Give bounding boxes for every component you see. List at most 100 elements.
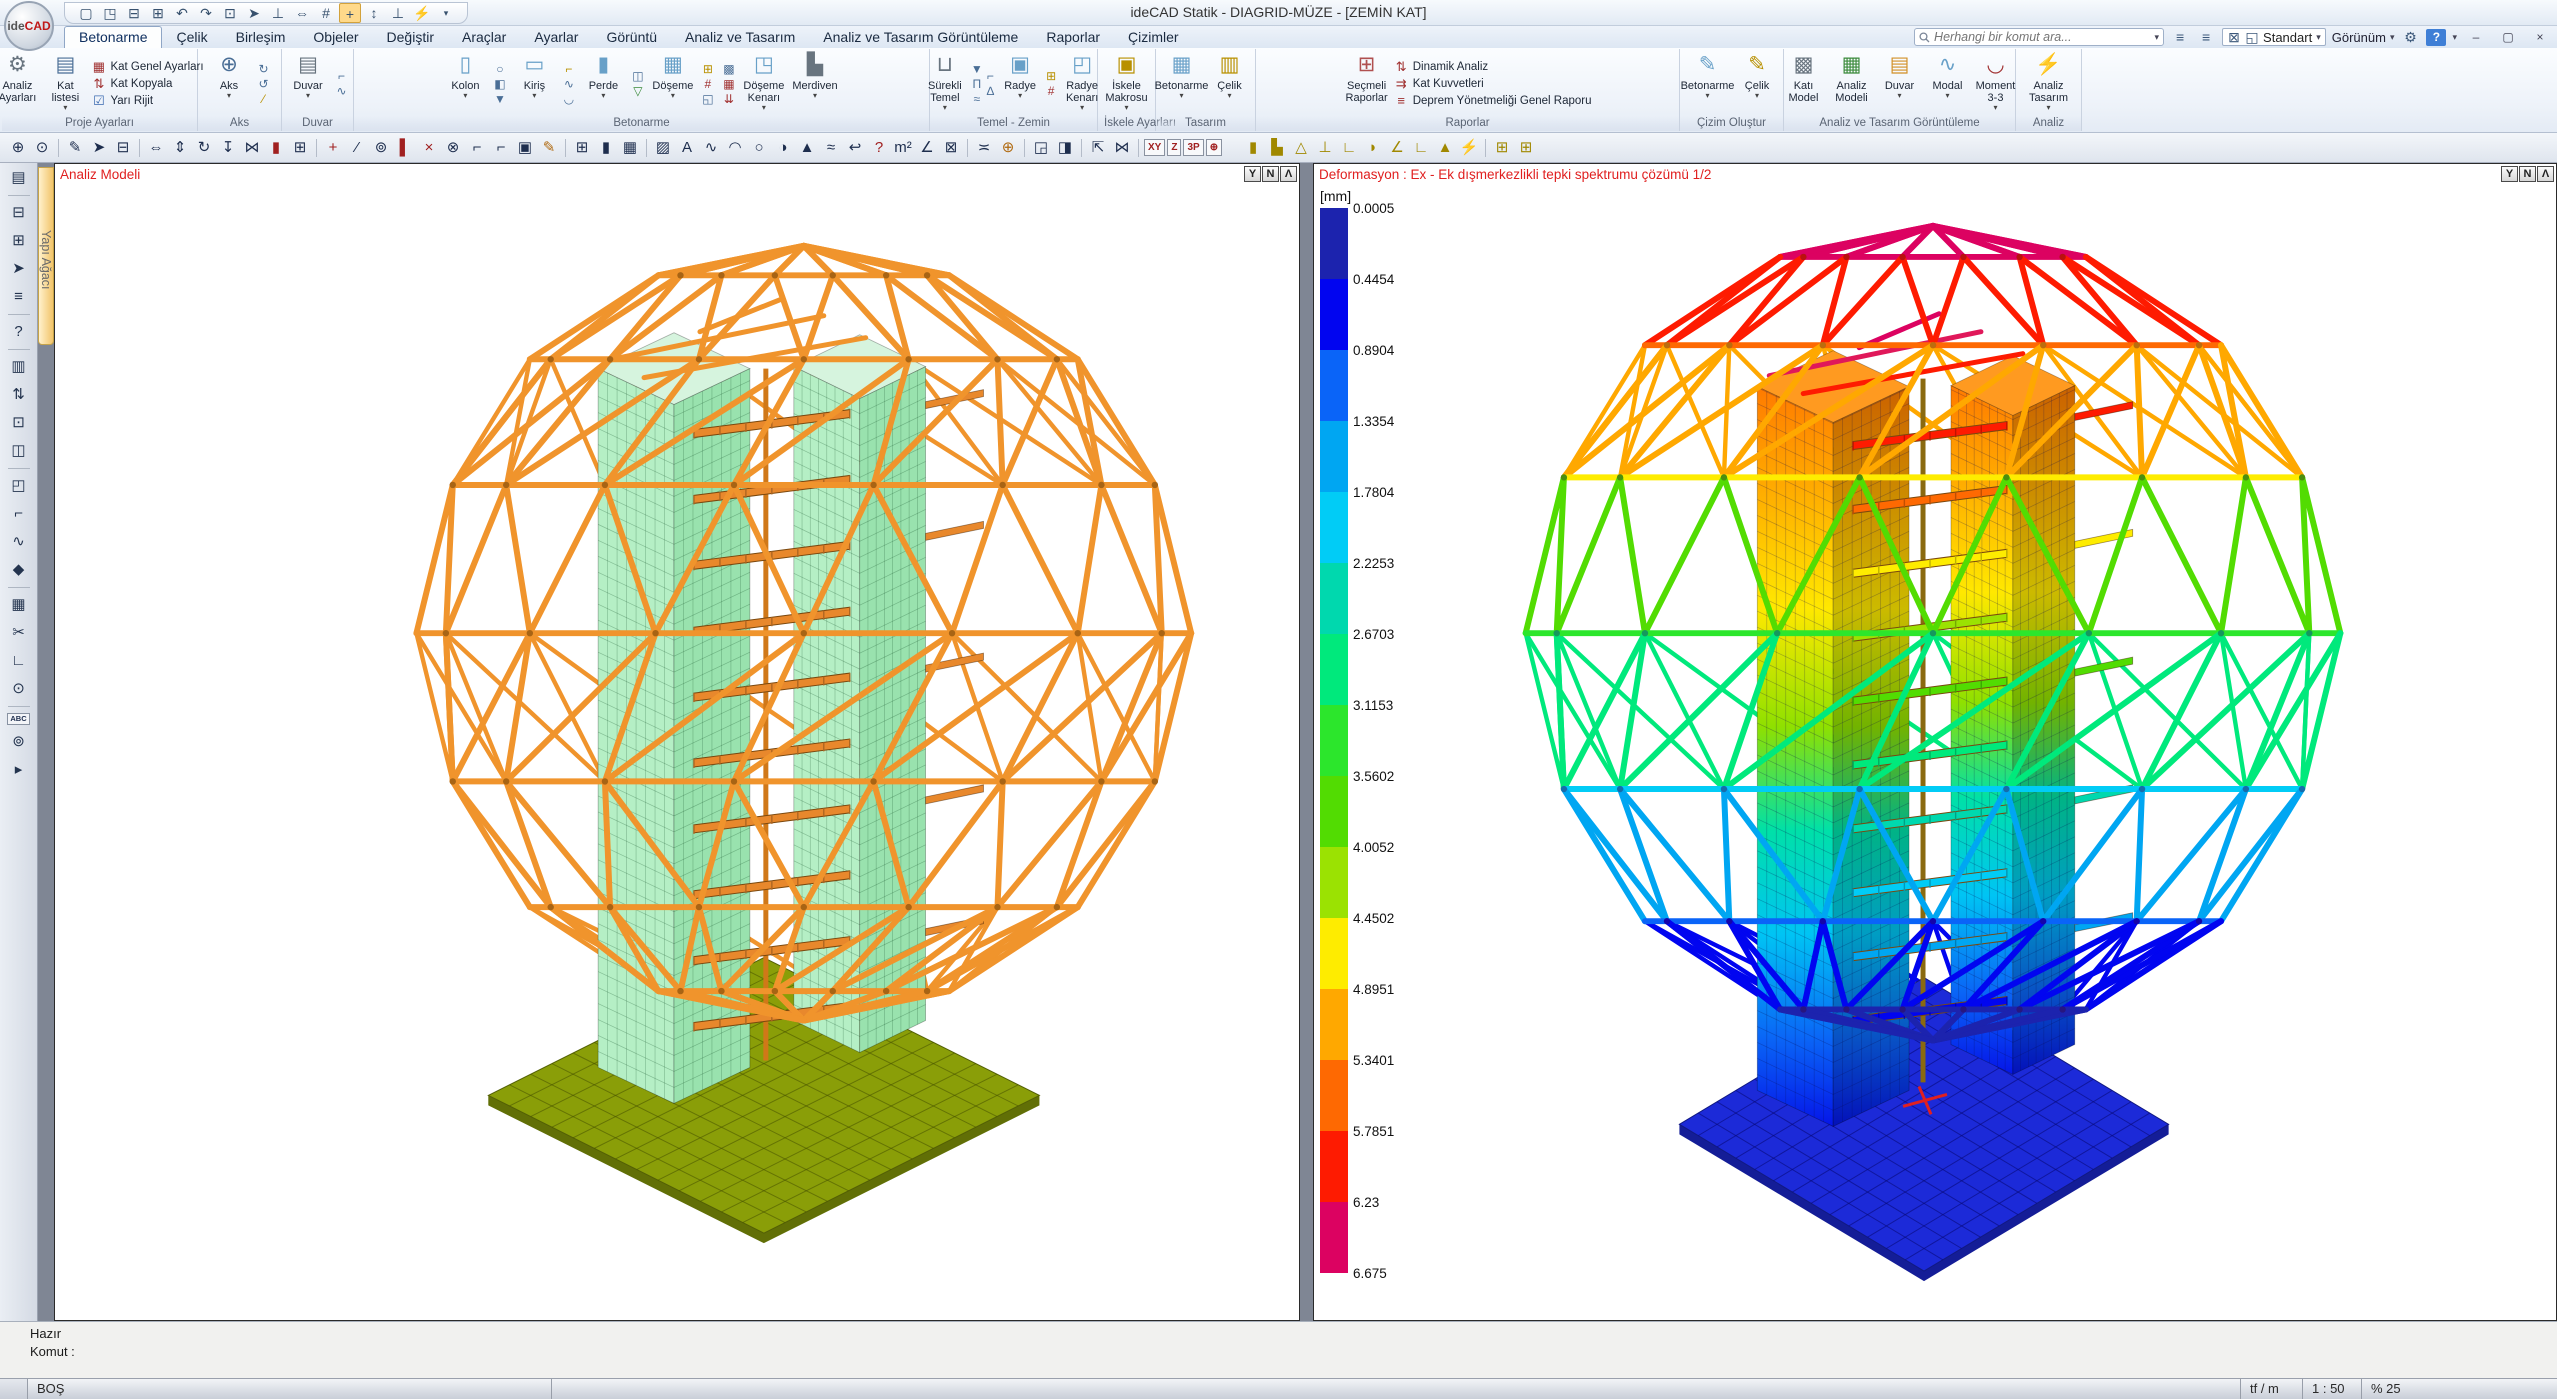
zoom-window-icon[interactable]: ⊙ (30, 136, 54, 160)
rotate-icon[interactable]: ↻ (192, 136, 216, 160)
break-icon[interactable]: ▌ (393, 136, 417, 160)
menu-tab-raporlar[interactable]: Raporlar (1032, 27, 1114, 48)
foundation-corner-icon[interactable]: ⌐ (987, 70, 994, 83)
view-menu[interactable]: Görünüm ▾ (2332, 30, 2395, 45)
peak-icon[interactable]: ▲ (1433, 136, 1457, 160)
viewport-analysis-model[interactable]: Analiz Modeli YNΛ (54, 163, 1300, 1321)
ribbon-button-analiz-ayarlar[interactable]: ⚙AnalizAyarları (0, 51, 39, 117)
add-group-icon[interactable]: ⊞ (6, 230, 32, 252)
stair-tool-icon[interactable]: ▙ (1265, 136, 1289, 160)
cone-icon[interactable]: △ (1289, 136, 1313, 160)
menu-tab-objeler[interactable]: Objeler (299, 27, 372, 48)
paste-icon[interactable]: ◫ (6, 440, 32, 462)
level-icon[interactable]: ≍ (972, 136, 996, 160)
polygon-column-icon[interactable]: ◧ (491, 78, 508, 91)
stretch-icon[interactable]: ▮ (264, 136, 288, 160)
viewport-deformation[interactable]: Deformasyon : Ex - Ek dışmerkezlikli tep… (1313, 163, 2557, 1321)
panel-wall-icon[interactable]: ◫ (629, 70, 646, 83)
ribbon-button-perde[interactable]: ▮Perde▾ (581, 51, 625, 117)
structure-tree-icon[interactable]: ▤ (6, 167, 32, 189)
help-button[interactable]: ? (2426, 29, 2446, 46)
edit-icon[interactable]: ✎ (537, 136, 561, 160)
half-disc-icon[interactable]: ◗ (1361, 136, 1385, 160)
column-capital-icon[interactable]: ▼ (491, 93, 508, 106)
ribbon-button-modal[interactable]: ∿Modal▾ (1926, 51, 1970, 117)
status-zoom[interactable]: % 25 (2362, 1379, 2557, 1399)
slab-strip-icon[interactable]: ◱ (699, 93, 716, 106)
sheet-icon[interactable]: ▥ (6, 356, 32, 378)
ribbon-item-kat-genel-ayarlar[interactable]: ▦Kat Genel Ayarları (91, 60, 203, 74)
probe-icon[interactable]: ⊙ (6, 678, 32, 700)
ribbon-button-s-rekli-temel[interactable]: ⊔SürekliTemel▾ (923, 51, 967, 117)
cut-icon[interactable]: ✂ (6, 622, 32, 644)
pin-icon[interactable]: ⊥ (1313, 136, 1337, 160)
ribbon-button-se-meli-raporlar[interactable]: ⊞SeçmeliRaporlar (1344, 51, 1390, 117)
rotate-cw-icon[interactable]: ↻ (255, 63, 272, 76)
status-units[interactable]: tf / m (2241, 1379, 2303, 1399)
trim-icon[interactable]: + (321, 136, 345, 160)
explode-icon[interactable]: ⊗ (441, 136, 465, 160)
array-icon[interactable]: ⊞ (288, 136, 312, 160)
ribbon-button-kat-listesi[interactable]: ▤Katlistesi▾ (43, 51, 87, 117)
image-icon[interactable]: ▨ (651, 136, 675, 160)
clipboard-icon[interactable]: ⊡ (6, 412, 32, 434)
slab-axes-icon[interactable]: # (699, 78, 716, 91)
column-tool-icon[interactable]: ▮ (594, 136, 618, 160)
chamfer-icon[interactable]: ⌐ (489, 136, 513, 160)
zoom-extents-icon[interactable]: ⊕ (6, 136, 30, 160)
pick-icon[interactable]: ➤ (87, 136, 111, 160)
auto-label-icon[interactable]: ABC (7, 713, 29, 725)
ribbon-button-duvar[interactable]: ▤Duvar▾ (286, 51, 330, 117)
waffle-slab-icon[interactable]: ▦ (720, 78, 737, 91)
units-icon[interactable]: ⊠ (939, 136, 963, 160)
viewport-button-y[interactable]: Y (2501, 166, 2518, 182)
text-icon[interactable]: A (675, 136, 699, 160)
ribbon-button-elik[interactable]: ▥Çelik▾ (1208, 51, 1252, 117)
pile-foundation-icon[interactable]: Π (971, 78, 983, 91)
idecad-logo-button[interactable]: ideCAD (4, 1, 54, 51)
layer-states-icon[interactable]: ≡ (2196, 29, 2216, 45)
angle-tool-icon[interactable]: ∟ (1409, 136, 1433, 160)
ribbon-button-d-eme[interactable]: ▦Döşeme▾ (650, 51, 695, 117)
extend-icon[interactable]: ⁄ (345, 136, 369, 160)
axes-icon[interactable]: ⋈ (1110, 136, 1134, 160)
spline-icon[interactable]: ∿ (699, 136, 723, 160)
grid-b-icon[interactable]: ⊞ (1514, 136, 1538, 160)
viewport-button-λ[interactable]: Λ (2537, 166, 2554, 182)
search-input[interactable] (1934, 30, 2150, 44)
menu-tab-g-r-nt[interactable]: Görüntü (592, 27, 671, 48)
corner-tool-icon[interactable]: ∟ (1337, 136, 1361, 160)
status-scale[interactable]: 1 : 50 (2303, 1379, 2362, 1399)
viewport-button-λ[interactable]: Λ (1280, 166, 1297, 182)
coord-button-xy[interactable]: XY (1144, 139, 1165, 156)
restore-button[interactable]: ▢ (2495, 29, 2521, 46)
move-copy-icon[interactable]: ⇕ (168, 136, 192, 160)
raft-opening-icon[interactable]: ⊞ (1046, 70, 1056, 83)
ribbed-slab-icon[interactable]: ▩ (720, 63, 737, 76)
single-foundation-icon[interactable]: ▼ (971, 63, 983, 76)
hatch-icon[interactable]: ▦ (618, 136, 642, 160)
fillet-icon[interactable]: ⌐ (465, 136, 489, 160)
object-list-icon[interactable]: ≡ (6, 286, 32, 308)
ribbon-button-aks[interactable]: ⊕Aks▾ (207, 51, 251, 117)
note-icon[interactable]: ⊟ (111, 136, 135, 160)
minimize-button[interactable]: – (2463, 29, 2489, 46)
angle-icon[interactable]: ∠ (915, 136, 939, 160)
menu-tab-de-i-tir[interactable]: Değiştir (373, 27, 448, 48)
viewport-button-y[interactable]: Y (1244, 166, 1261, 182)
circle-icon[interactable]: ○ (747, 136, 771, 160)
coord-button-3p[interactable]: 3P (1183, 139, 1203, 156)
rotate-ccw-icon[interactable]: ↺ (255, 78, 272, 91)
ribbon-button-duvar[interactable]: ▤Duvar▾ (1878, 51, 1922, 117)
coord-button-[interactable]: ⊕ (1206, 139, 1222, 156)
slab-opening-icon[interactable]: ⊞ (699, 63, 716, 76)
menu-tab-analiz-ve-tasar-m-g-r-nt-leme[interactable]: Analiz ve Tasarım Görüntüleme (809, 27, 1032, 48)
curve-edit-icon[interactable]: ∿ (6, 531, 32, 553)
frame-icon[interactable]: ◰ (6, 475, 32, 497)
ucs-icon[interactable]: ⇱ (1086, 136, 1110, 160)
mirror-icon[interactable]: ⋈ (240, 136, 264, 160)
analysis-model-canvas[interactable] (55, 164, 1299, 1320)
ribbon-item-kat-kopyala[interactable]: ⇅Kat Kopyala (91, 77, 203, 91)
close-button[interactable]: × (2527, 29, 2553, 46)
render-icon[interactable]: ▦ (6, 594, 32, 616)
